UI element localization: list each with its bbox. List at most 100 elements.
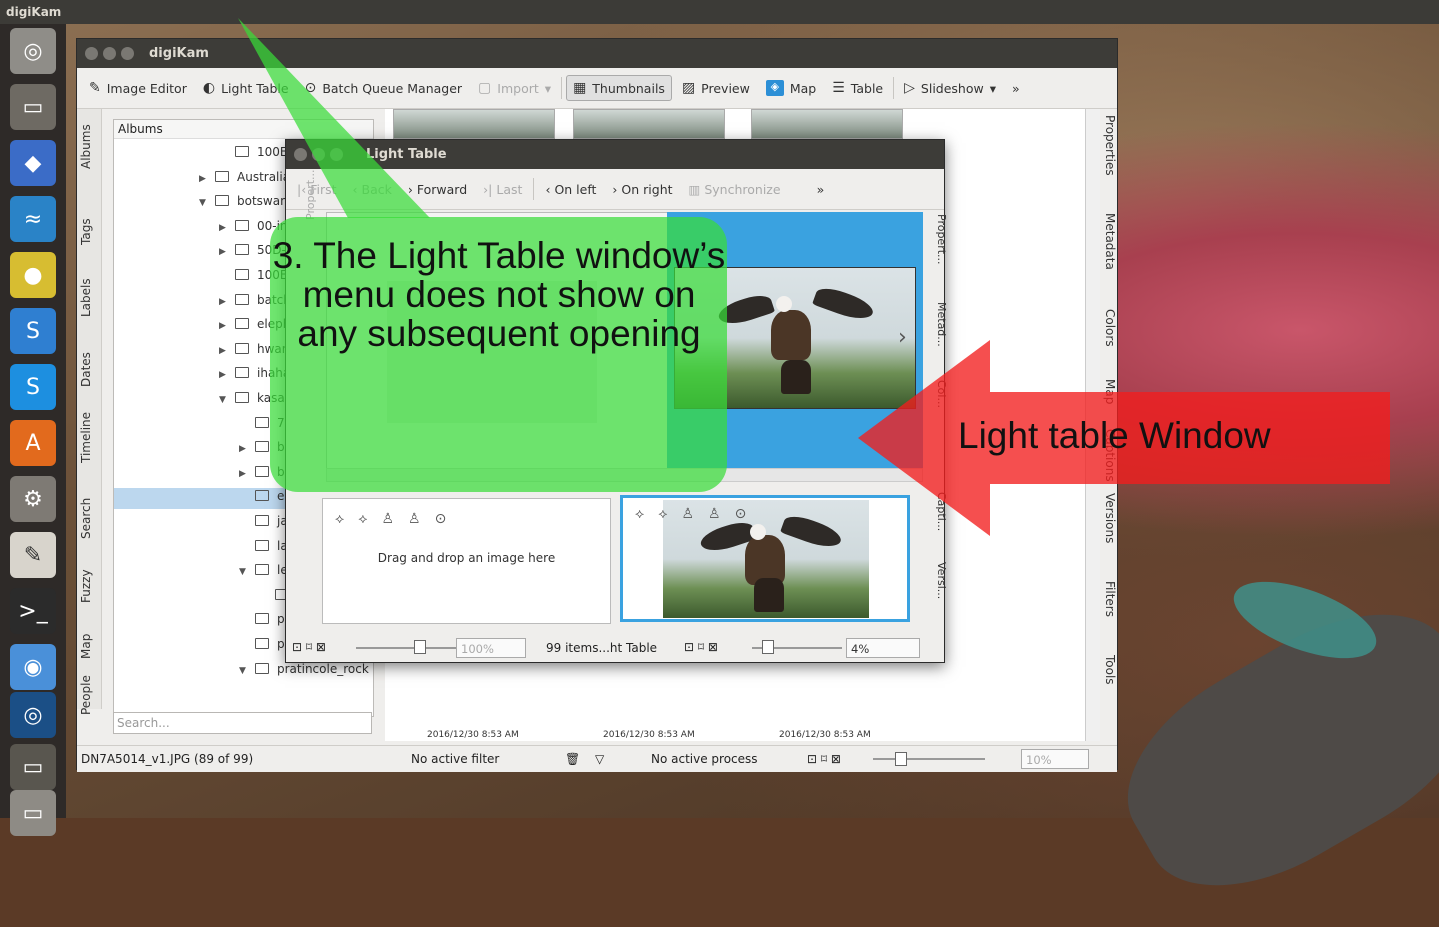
image-editor-button[interactable]: ✎ Image Editor xyxy=(83,76,193,100)
chromium-icon[interactable]: ◉ xyxy=(10,644,56,690)
workspace-icon[interactable]: ▭ xyxy=(10,744,56,790)
text-editor-icon[interactable]: ✎ xyxy=(10,532,56,578)
tab-albums[interactable]: Albums xyxy=(79,124,93,169)
minimize-icon[interactable] xyxy=(103,47,116,60)
tree-node[interactable]: ▼ botswana xyxy=(199,194,295,208)
tab-metadata[interactable]: Metadata xyxy=(1103,213,1117,270)
table-button[interactable]: ☰ Table xyxy=(826,76,889,100)
chevron-right-icon[interactable]: › xyxy=(898,325,907,350)
settings-icon[interactable]: ⚙ xyxy=(10,476,56,522)
thumbnail[interactable] xyxy=(573,109,725,139)
left-zoom-input[interactable]: 100% xyxy=(456,638,526,658)
slack-icon[interactable]: S xyxy=(10,308,56,354)
expand-down-icon[interactable]: ▼ xyxy=(239,567,255,577)
tab-timeline[interactable]: Timeline xyxy=(79,412,93,463)
left-zoom-slider[interactable] xyxy=(356,647,456,649)
zoom-fit-icon[interactable]: ⊡ ⌑ ⊠ xyxy=(292,640,326,654)
thumbnails-button[interactable]: ▦ Thumbnails xyxy=(566,75,672,101)
close-icon[interactable] xyxy=(294,148,307,161)
right-zoom-handle[interactable] xyxy=(762,640,774,654)
map-button[interactable]: ◈ Map xyxy=(760,76,822,100)
cube-app-icon[interactable]: ◆ xyxy=(10,140,56,186)
digikam-icon[interactable]: ◎ xyxy=(10,692,56,738)
lt-item-action-icons[interactable]: ⟡⟡♙♙⊙ xyxy=(635,506,760,522)
lt-tab-right-versions[interactable]: Versi... xyxy=(935,562,948,599)
toolbar-overflow-button[interactable]: » xyxy=(1006,77,1026,100)
expand-right-icon[interactable]: ▶ xyxy=(199,174,215,184)
lt-toolbar-overflow-button[interactable]: » xyxy=(812,180,830,199)
preview-button[interactable]: ▨ Preview xyxy=(676,76,756,100)
expand-right-icon[interactable]: ▶ xyxy=(219,247,235,257)
on-left-button[interactable]: ‹ On left xyxy=(540,180,601,199)
expand-down-icon[interactable]: ▼ xyxy=(199,198,215,208)
zoom-fit-icon[interactable]: ⊡ ⌑ ⊠ xyxy=(807,752,841,766)
forward-button[interactable]: › Forward xyxy=(403,180,472,199)
zoom-value-input[interactable]: 10% xyxy=(1021,749,1089,769)
maximize-icon[interactable] xyxy=(330,148,343,161)
tab-people[interactable]: People xyxy=(79,675,93,715)
light-table-button[interactable]: ◐ Light Table xyxy=(197,76,295,100)
tab-versions[interactable]: Versions xyxy=(1103,493,1117,543)
back-button[interactable]: ‹ Back xyxy=(348,180,397,199)
lt-item-action-icons[interactable]: ⟡⟡♙♙⊙ xyxy=(335,511,460,527)
tab-filters[interactable]: Filters xyxy=(1103,581,1117,617)
lt-tab-right-colors[interactable]: Col... xyxy=(935,380,948,408)
slideshow-button[interactable]: ▷ Slideshow ▾ xyxy=(898,76,1002,100)
thumbnail[interactable] xyxy=(751,109,903,139)
expand-right-icon[interactable]: ▶ xyxy=(239,469,255,479)
expand-right-icon[interactable]: ▶ xyxy=(239,444,255,454)
on-right-button[interactable]: › On right xyxy=(607,180,677,199)
chrome-icon[interactable]: ● xyxy=(10,252,56,298)
files-icon[interactable]: ▭ xyxy=(10,84,56,130)
tab-fuzzy[interactable]: Fuzzy xyxy=(79,569,93,603)
left-zoom-handle[interactable] xyxy=(414,640,426,654)
zoom-slider-handle[interactable] xyxy=(895,752,907,766)
close-icon[interactable] xyxy=(85,47,98,60)
import-button[interactable]: ▢ Import ▾ xyxy=(472,76,557,100)
disk-icon[interactable]: ▭ xyxy=(10,790,56,836)
expand-down-icon[interactable]: ▼ xyxy=(239,666,255,676)
ubuntu-dash-icon[interactable]: ◎ xyxy=(10,28,56,74)
tab-right-map[interactable]: Map xyxy=(1103,379,1117,404)
lt-tab-right-metadata[interactable]: Metad... xyxy=(935,302,948,347)
trash-icon[interactable]: 🗑 xyxy=(565,752,580,766)
right-drop-pane[interactable]: ⟡⟡♙♙⊙ xyxy=(620,495,910,622)
mustache-app-icon[interactable]: ≈ xyxy=(10,196,56,242)
zoom-fit-icon[interactable]: ⊡ ⌑ ⊠ xyxy=(684,640,718,654)
minimize-icon[interactable] xyxy=(312,148,325,161)
batch-queue-button[interactable]: ⊙ Batch Queue Manager xyxy=(299,76,468,100)
expand-down-icon[interactable]: ▼ xyxy=(219,395,235,405)
expand-right-icon[interactable]: ▶ xyxy=(219,297,235,307)
lt-tab-right-properties[interactable]: Propert... xyxy=(935,214,948,265)
lt-tab-properties[interactable]: Propert... xyxy=(304,169,317,220)
tab-properties[interactable]: Properties xyxy=(1103,115,1117,176)
tab-tags[interactable]: Tags xyxy=(79,218,93,245)
synchronize-button[interactable]: ▥ Synchronize xyxy=(684,180,786,199)
expand-right-icon[interactable]: ▶ xyxy=(219,346,235,356)
left-drop-pane[interactable]: ⟡⟡♙♙⊙ Drag and drop an image here xyxy=(322,498,611,624)
lt-tab-right-captions[interactable]: Capti... xyxy=(935,492,948,531)
thumbnail[interactable] xyxy=(393,109,555,139)
expand-right-icon[interactable]: ▶ xyxy=(219,223,235,233)
tree-node[interactable]: ▶ Australia xyxy=(199,170,290,184)
album-search-input[interactable]: Search... xyxy=(113,712,372,734)
expand-right-icon[interactable]: ▶ xyxy=(219,321,235,331)
tab-search[interactable]: Search xyxy=(79,498,93,539)
last-button[interactable]: ›| Last xyxy=(478,180,527,199)
maximize-icon[interactable] xyxy=(121,47,134,60)
filter-icon[interactable]: ▽ xyxy=(595,752,604,766)
tab-dates[interactable]: Dates xyxy=(79,352,93,387)
status-process: No active process xyxy=(651,752,758,766)
tab-map[interactable]: Map xyxy=(79,634,93,659)
right-zoom-input[interactable]: 4% xyxy=(846,638,920,658)
expand-right-icon[interactable]: ▶ xyxy=(219,370,235,380)
software-center-icon[interactable]: A xyxy=(10,420,56,466)
tree-node[interactable]: ▼ pratincole_rock xyxy=(239,662,369,676)
zoom-slider[interactable] xyxy=(873,758,985,760)
tab-tools[interactable]: Tools xyxy=(1103,655,1117,685)
terminal-icon[interactable]: >_ xyxy=(10,588,56,634)
tab-colors[interactable]: Colors xyxy=(1103,309,1117,347)
tab-labels[interactable]: Labels xyxy=(79,278,93,317)
skype-icon[interactable]: S xyxy=(10,364,56,410)
last-icon: ›| xyxy=(483,181,493,197)
